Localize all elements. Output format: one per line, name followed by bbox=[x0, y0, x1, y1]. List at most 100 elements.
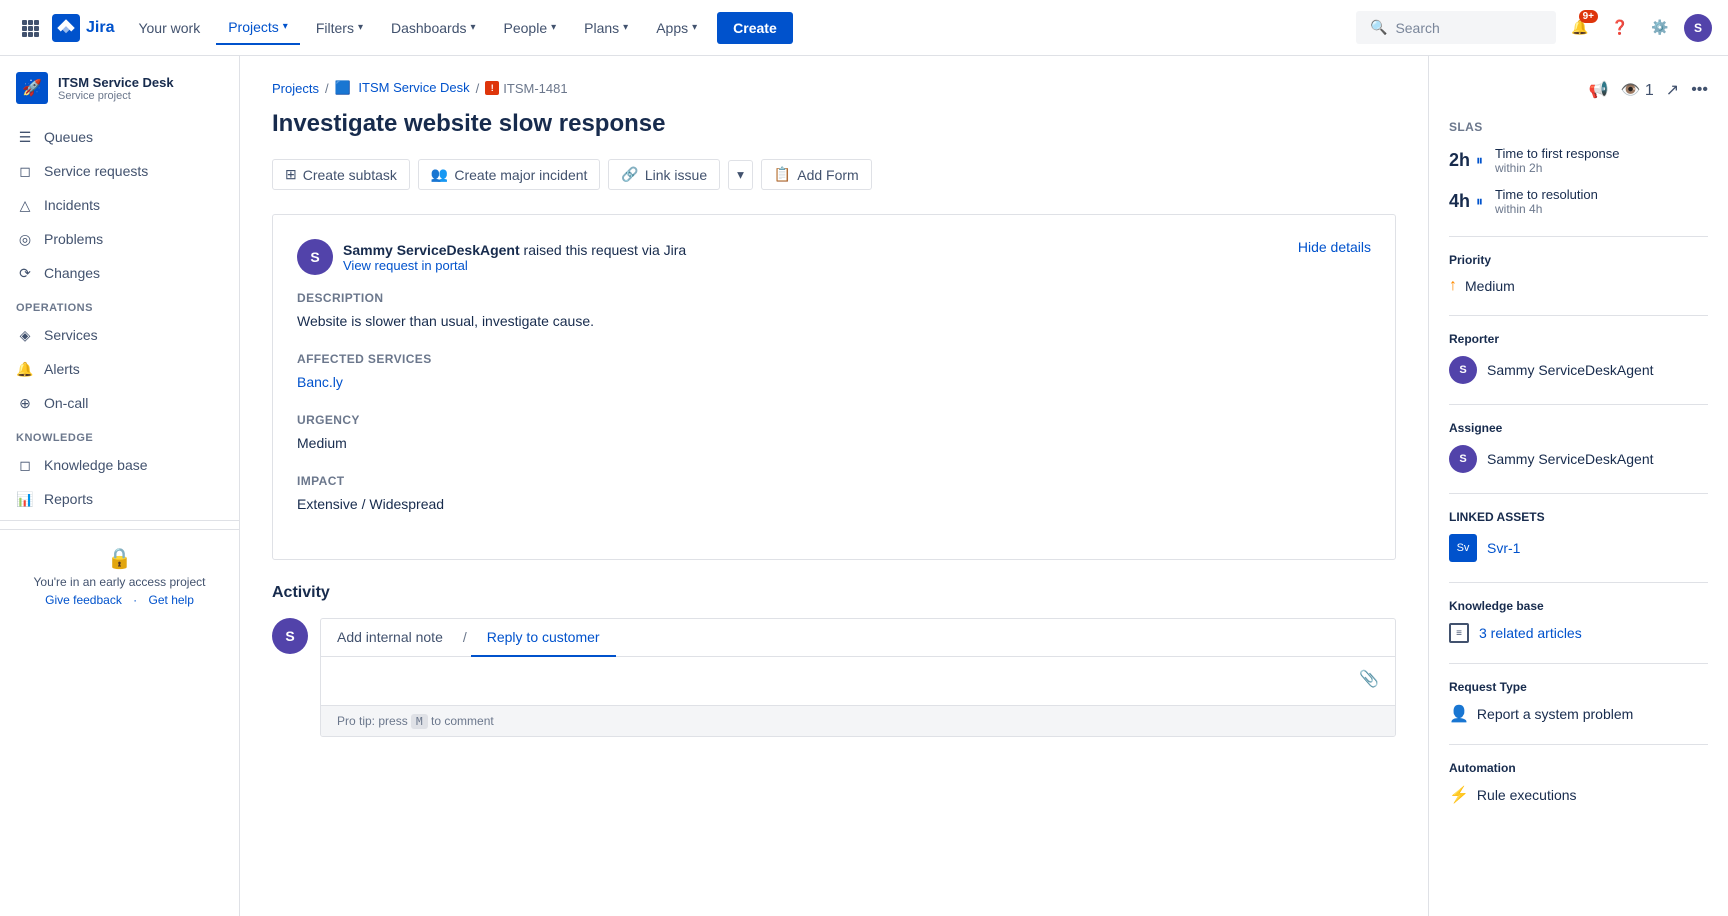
request-type-title: Request Type bbox=[1449, 680, 1708, 694]
knowledge-section-label: KNOWLEDGE bbox=[0, 420, 239, 448]
sidebar-item-queues[interactable]: ☰ Queues bbox=[0, 120, 239, 154]
main-layout: 🚀 ITSM Service Desk Service project ☰ Qu… bbox=[0, 56, 1728, 916]
more-options-icon[interactable]: ••• bbox=[1691, 81, 1708, 99]
breadcrumb-projects[interactable]: Projects bbox=[272, 81, 319, 96]
add-form-button[interactable]: 📋 Add Form bbox=[761, 159, 872, 190]
sidebar-item-services[interactable]: ◈ Services bbox=[0, 318, 239, 352]
breadcrumb-issue-id: ! ITSM-1481 bbox=[485, 81, 567, 96]
linked-assets-section: LINKED ASSETS Sv Svr-1 bbox=[1449, 493, 1708, 562]
request-user-name: Sammy ServiceDeskAgent bbox=[343, 242, 520, 258]
breadcrumb-service-desk[interactable]: 🟦 ITSM Service Desk bbox=[335, 80, 470, 96]
user-avatar[interactable]: S bbox=[1684, 14, 1712, 42]
link-icon: 🔗 bbox=[621, 166, 638, 183]
urgency-value: Medium bbox=[297, 433, 1371, 454]
nav-people[interactable]: People ▾ bbox=[492, 12, 569, 44]
request-details-card: S Sammy ServiceDeskAgent raised this req… bbox=[272, 214, 1396, 560]
dashboards-chevron-icon: ▾ bbox=[470, 22, 475, 33]
service-requests-icon: ◻ bbox=[16, 162, 34, 180]
activity-input-row: S Add internal note / Reply to customer … bbox=[272, 618, 1396, 737]
nav-projects[interactable]: Projects ▾ bbox=[216, 11, 300, 45]
knowledge-base-panel-section: Knowledge base ≡ 3 related articles bbox=[1449, 582, 1708, 643]
kb-panel-title: Knowledge base bbox=[1449, 599, 1708, 613]
announce-icon[interactable]: 📢 bbox=[1589, 80, 1609, 100]
sidebar-item-knowledge-base[interactable]: ◻ Knowledge base bbox=[0, 448, 239, 482]
notifications-button[interactable]: 🔔 9+ bbox=[1564, 12, 1596, 44]
sidebar-item-incidents[interactable]: △ Incidents bbox=[0, 188, 239, 222]
sidebar-item-label: On-call bbox=[44, 395, 88, 411]
nav-your-work[interactable]: Your work bbox=[126, 12, 212, 44]
sla-pause-resolution-icon: ⏸ bbox=[1476, 193, 1483, 210]
sla-item-resolution: 4h ⏸ Time to resolution within 4h bbox=[1449, 187, 1708, 216]
sidebar-item-reports[interactable]: 📊 Reports bbox=[0, 482, 239, 516]
link-issue-button[interactable]: 🔗 Link issue bbox=[608, 159, 720, 190]
request-type-value: Report a system problem bbox=[1477, 706, 1633, 722]
affected-services-label: Affected services bbox=[297, 352, 1371, 366]
asset-name[interactable]: Svr-1 bbox=[1487, 540, 1520, 556]
alerts-icon: 🔔 bbox=[16, 360, 34, 378]
priority-section: Priority ↑ Medium bbox=[1449, 236, 1708, 295]
automation-title: Automation bbox=[1449, 761, 1708, 775]
kb-articles-link[interactable]: 3 related articles bbox=[1479, 625, 1582, 641]
sidebar-item-label: Reports bbox=[44, 491, 93, 507]
tab-reply-customer[interactable]: Reply to customer bbox=[471, 619, 616, 657]
nav-dashboards[interactable]: Dashboards ▾ bbox=[379, 12, 488, 44]
get-help-link[interactable]: Get help bbox=[149, 593, 194, 607]
early-access-text: You're in an early access project bbox=[16, 575, 223, 589]
give-feedback-link[interactable]: Give feedback bbox=[45, 593, 122, 607]
affected-service-value[interactable]: Banc.ly bbox=[297, 372, 1371, 393]
sidebar-item-alerts[interactable]: 🔔 Alerts bbox=[0, 352, 239, 386]
priority-title: Priority bbox=[1449, 253, 1708, 267]
sidebar-item-on-call[interactable]: ⊕ On-call bbox=[0, 386, 239, 420]
panel-top-actions: 📢 👁️ 1 ↗ ••• bbox=[1449, 80, 1708, 100]
attach-icon[interactable]: 📎 bbox=[1359, 669, 1379, 689]
activity-tabs: Add internal note / Reply to customer bbox=[321, 619, 1395, 657]
jira-logo[interactable]: Jira bbox=[52, 14, 114, 42]
actions-more-button[interactable]: ▾ bbox=[728, 160, 753, 190]
sla-name-resolution: Time to resolution bbox=[1495, 187, 1598, 202]
sla-sub-resolution: within 4h bbox=[1495, 202, 1598, 216]
impact-section: Impact Extensive / Widespread bbox=[297, 474, 1371, 515]
major-incident-icon: 👥 bbox=[431, 166, 448, 183]
automation-icon: ⚡ bbox=[1449, 785, 1469, 805]
nav-apps[interactable]: Apps ▾ bbox=[644, 12, 709, 44]
sidebar-item-problems[interactable]: ◎ Problems bbox=[0, 222, 239, 256]
priority-row: ↑ Medium bbox=[1449, 277, 1708, 295]
knowledge-base-icon: ◻ bbox=[16, 456, 34, 474]
sidebar-item-changes[interactable]: ⟳ Changes bbox=[0, 256, 239, 290]
topnav: Jira Your work Projects ▾ Filters ▾ Dash… bbox=[0, 0, 1728, 56]
plans-chevron-icon: ▾ bbox=[623, 22, 628, 33]
create-major-incident-button[interactable]: 👥 Create major incident bbox=[418, 159, 601, 190]
tab-internal-note[interactable]: Add internal note bbox=[321, 619, 459, 657]
request-type-section: Request Type 👤 Report a system problem bbox=[1449, 663, 1708, 724]
create-subtask-icon: ⊞ bbox=[285, 166, 297, 183]
nav-plans[interactable]: Plans ▾ bbox=[572, 12, 640, 44]
create-subtask-button[interactable]: ⊞ Create subtask bbox=[272, 159, 410, 190]
hide-details-button[interactable]: Hide details bbox=[1298, 239, 1371, 255]
breadcrumb-service-desk-icon: 🟦 bbox=[335, 80, 351, 95]
search-icon: 🔍 bbox=[1370, 19, 1387, 36]
pro-tip-label: Pro tip: bbox=[337, 714, 375, 728]
apps-grid-icon[interactable] bbox=[16, 14, 44, 42]
create-button[interactable]: Create bbox=[717, 12, 793, 44]
add-form-icon: 📋 bbox=[774, 166, 791, 183]
settings-button[interactable]: ⚙️ bbox=[1644, 12, 1676, 44]
sidebar-item-label: Queues bbox=[44, 129, 93, 145]
help-button[interactable]: ❓ bbox=[1604, 12, 1636, 44]
nav-filters[interactable]: Filters ▾ bbox=[304, 12, 375, 44]
issue-title: Investigate website slow response bbox=[272, 108, 1396, 139]
reporter-name: Sammy ServiceDeskAgent bbox=[1487, 362, 1654, 378]
impact-label: Impact bbox=[297, 474, 1371, 488]
sidebar-item-label: Alerts bbox=[44, 361, 80, 377]
sidebar-item-service-requests[interactable]: ◻ Service requests bbox=[0, 154, 239, 188]
sla-name-first: Time to first response bbox=[1495, 146, 1620, 161]
sidebar-navigation: ☰ Queues ◻ Service requests △ Incidents … bbox=[0, 120, 239, 516]
breadcrumb: Projects / 🟦 ITSM Service Desk / ! ITSM-… bbox=[272, 80, 1396, 96]
watch-icon[interactable]: 👁️ 1 bbox=[1621, 80, 1654, 100]
projects-chevron-icon: ▾ bbox=[283, 21, 288, 32]
activity-text-area[interactable]: 📎 bbox=[321, 657, 1395, 705]
share-icon[interactable]: ↗ bbox=[1666, 80, 1679, 100]
automation-item: ⚡ Rule executions bbox=[1449, 785, 1708, 805]
search-box[interactable]: 🔍 Search bbox=[1356, 11, 1556, 44]
view-portal-link[interactable]: View request in portal bbox=[343, 258, 686, 273]
right-panel: 📢 👁️ 1 ↗ ••• SLAs 2h ⏸ Time to first res… bbox=[1428, 56, 1728, 916]
